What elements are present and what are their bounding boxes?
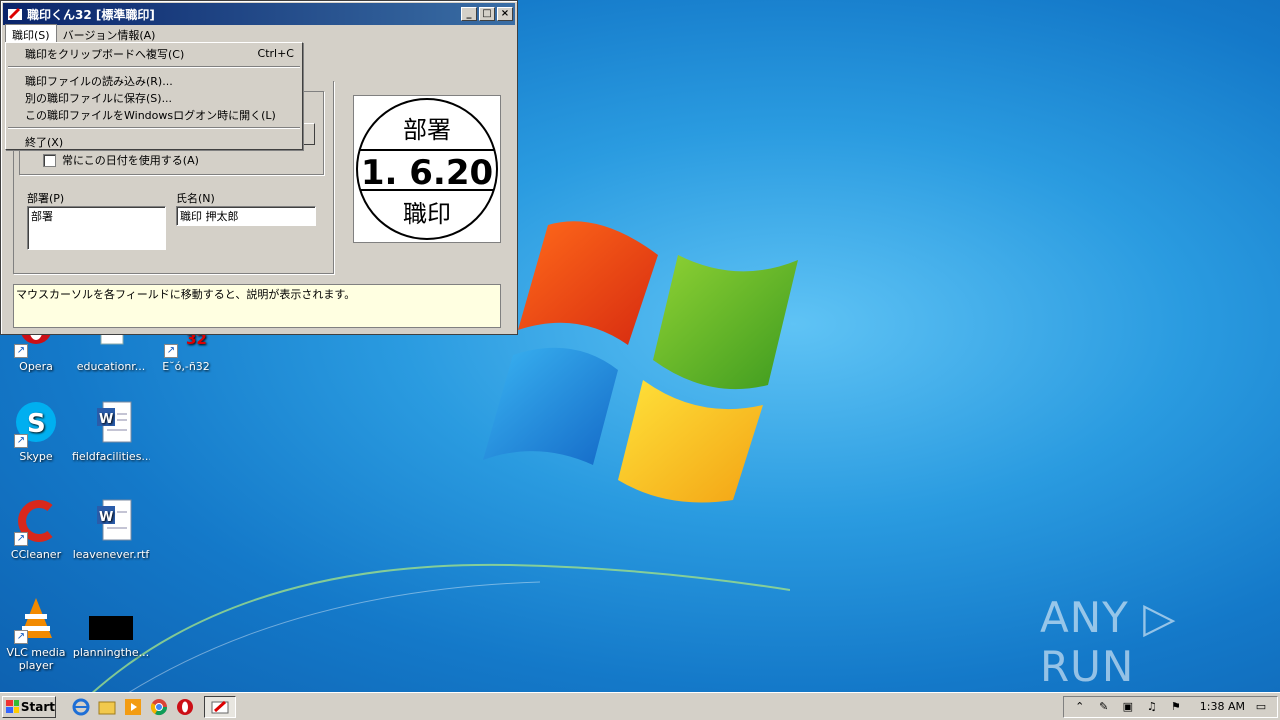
menu-item-label: 職印をクリップボードへ複写(C) [25, 47, 185, 61]
stamp-preview: 部署 1. 6.20 職印 [353, 95, 501, 243]
skype-icon: S ↗ [12, 400, 60, 448]
name-field[interactable]: 職印 押太郎 [176, 206, 316, 226]
taskbar: Start ⌃ ✎ ▣ ♫ ⚑ 1:38 AM ▭ [0, 692, 1280, 720]
taskbar-shokuin-app[interactable] [204, 695, 236, 718]
desktop-icon-skype[interactable]: S ↗ Skype [0, 400, 75, 463]
system-tray: ⌃ ✎ ▣ ♫ ⚑ 1:38 AM ▭ [1062, 695, 1278, 718]
stamp-app-icon [211, 700, 229, 713]
windows-logo [483, 221, 798, 503]
menu-item-label: この職印ファイルをWindowsログオン時に開く(L) [25, 108, 276, 122]
windows-flag-icon [6, 699, 19, 713]
window-titlebar[interactable]: 職印くん32 [標準職印] _ □ × [3, 3, 515, 25]
menu-item-load-file[interactable]: 職印ファイルの読み込み(R)... [6, 72, 302, 89]
desktop-icon-planningthe[interactable]: planningthe... [72, 596, 150, 659]
menu-item-open-at-logon[interactable]: この職印ファイルをWindowsログオン時に開く(L) [6, 106, 302, 123]
shokuin-window[interactable]: 職印くん32 [標準職印] _ □ × 職印(S) バージョン情報(A) 常にこ… [0, 0, 518, 335]
svg-text:W: W [99, 412, 113, 427]
stamp-bottom-text: 職印 [403, 200, 451, 228]
menu-item-label: 職印ファイルの読み込み(R)... [25, 74, 173, 88]
stamp-top-text: 部署 [403, 116, 451, 144]
desktop-icon-label: E˘ó‚-ñ32 [162, 360, 210, 373]
vlc-icon: ↗ [12, 596, 60, 644]
show-hidden-icons-icon[interactable]: ⌃ [1072, 699, 1088, 715]
explorer-icon[interactable] [98, 698, 116, 716]
minimize-button[interactable]: _ [461, 7, 477, 21]
desktop-icon-vlc[interactable]: ↗ VLC media player [0, 596, 75, 672]
action-center-flag-icon[interactable]: ⚑ [1168, 699, 1184, 715]
stamp-image: 部署 1. 6.20 職印 [356, 98, 498, 240]
shortcut-arrow-icon: ↗ [14, 344, 28, 358]
dept-field[interactable]: 部署 [27, 206, 166, 250]
desktop-icon-label: fieldfacilities... [72, 450, 150, 463]
wallpaper-curve [90, 563, 790, 699]
shortcut-arrow-icon: ↗ [14, 532, 28, 546]
svg-text:S: S [27, 409, 46, 439]
shortcut-arrow-icon: ↗ [14, 434, 28, 448]
name-label: 氏名(N) [176, 192, 215, 205]
ccleaner-icon: ↗ [12, 498, 60, 546]
network-icon[interactable]: ▣ [1120, 699, 1136, 715]
stamp-app-icon [8, 7, 22, 20]
menu-item-label: 終了(X) [25, 135, 64, 149]
desktop-icon-label: Opera [19, 360, 53, 373]
word-document-icon: W [87, 400, 135, 448]
pen-tray-icon[interactable]: ✎ [1096, 699, 1112, 715]
menu-separator [8, 127, 300, 129]
menu-separator [8, 66, 300, 68]
stamp-date-text: 1. 6.20 [361, 153, 493, 193]
opera-taskbar-icon[interactable] [176, 698, 194, 716]
start-label: Start [20, 699, 55, 714]
desktop-icon-label: educationr... [76, 360, 146, 373]
volume-icon[interactable]: ♫ [1144, 699, 1160, 715]
desktop-icon-label: Skype [19, 450, 53, 463]
menu-item-copy-clipboard[interactable]: 職印をクリップボードへ複写(C) Ctrl+C [6, 45, 302, 62]
media-player-icon[interactable] [124, 698, 142, 716]
close-button[interactable]: × [497, 7, 513, 21]
desktop-icon-fieldfacilities[interactable]: W fieldfacilities... [72, 400, 150, 463]
start-button[interactable]: Start [2, 695, 56, 718]
chrome-icon[interactable] [150, 698, 168, 716]
desktop-icon-ccleaner[interactable]: ↗ CCleaner [0, 498, 75, 561]
desktop-icon-leavenever[interactable]: W leavenever.rtf [72, 498, 150, 561]
word-document-icon: W [87, 498, 135, 546]
shokuin-dropdown-menu: 職印をクリップボードへ複写(C) Ctrl+C 職印ファイルの読み込み(R)..… [5, 42, 303, 150]
desktop-icon-label: VLC media player [6, 646, 66, 672]
desktop-icon-label: CCleaner [10, 548, 62, 561]
menu-item-save-as[interactable]: 別の職印ファイルに保存(S)... [6, 89, 302, 106]
ie-icon[interactable] [72, 698, 90, 716]
window-title: 職印くん32 [標準職印] [27, 7, 155, 22]
quick-launch [72, 698, 194, 716]
menu-item-label: 別の職印ファイルに保存(S)... [25, 91, 173, 105]
status-help-text: マウスカーソルを各フィールドに移動すると、説明が表示されます。 [13, 284, 501, 328]
svg-text:W: W [99, 510, 113, 525]
desktop-icon-label: leavenever.rtf [72, 548, 150, 561]
show-desktop-icon[interactable]: ▭ [1253, 699, 1269, 715]
desktop-icon-label: planningthe... [72, 646, 150, 659]
shortcut-arrow-icon: ↗ [14, 630, 28, 644]
dept-label: 部署(P) [27, 192, 65, 205]
maximize-button[interactable]: □ [479, 7, 495, 21]
file-icon [87, 596, 135, 644]
menu-item-exit[interactable]: 終了(X) [6, 133, 302, 150]
clock[interactable]: 1:38 AM [1200, 700, 1245, 713]
shortcut-arrow-icon: ↗ [164, 344, 178, 358]
anyrun-watermark: ANY ▷ RUN [1040, 593, 1177, 691]
menu-item-shortcut: Ctrl+C [257, 47, 294, 60]
